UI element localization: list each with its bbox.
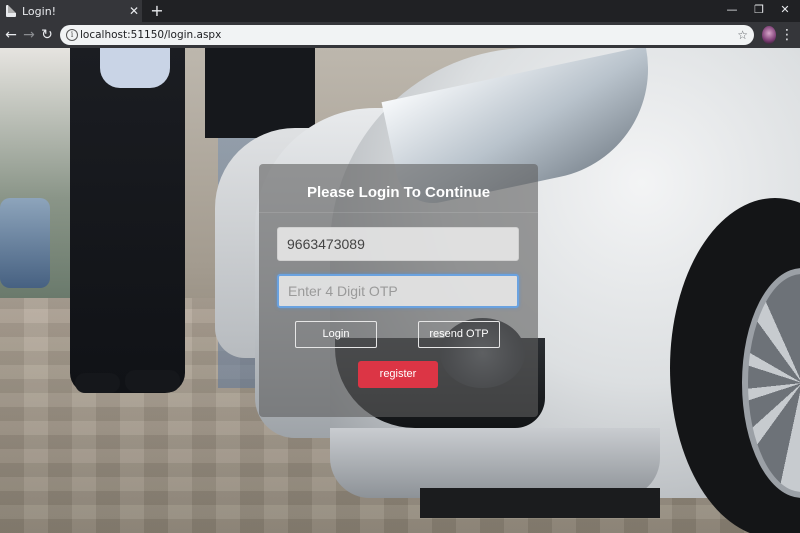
page-icon <box>6 5 16 17</box>
title-divider <box>259 212 538 213</box>
back-button[interactable]: ← <box>2 25 20 45</box>
minimize-window-button[interactable]: — <box>717 0 747 22</box>
close-window-button[interactable]: ✕ <box>770 0 800 22</box>
resend-otp-button[interactable]: resend OTP <box>418 321 500 348</box>
new-tab-button[interactable]: + <box>148 1 166 21</box>
bookmark-star-icon[interactable]: ☆ <box>737 25 748 45</box>
shoe <box>75 373 120 393</box>
site-info-icon[interactable]: i <box>66 29 78 41</box>
otp-input[interactable] <box>277 274 519 308</box>
login-title: Please Login To Continue <box>306 184 491 201</box>
shoe <box>125 370 180 392</box>
profile-avatar[interactable] <box>762 26 776 44</box>
background-blue-car <box>0 198 50 288</box>
reload-button[interactable]: ↻ <box>38 25 56 45</box>
browser-tab[interactable]: Login! ✕ <box>0 0 142 22</box>
forward-button[interactable]: → <box>20 25 38 45</box>
person-in-suit <box>70 48 185 393</box>
close-tab-icon[interactable]: ✕ <box>126 4 142 18</box>
login-button[interactable]: Login <box>295 321 377 348</box>
car-shadow <box>420 488 660 518</box>
browser-tab-bar: Login! ✕ + — ❐ ✕ <box>0 0 800 22</box>
phone-number-input[interactable] <box>277 227 519 261</box>
address-bar[interactable]: i localhost:51150/login.aspx ☆ <box>60 25 754 45</box>
browser-toolbar: ← → ↻ i localhost:51150/login.aspx ☆ <box>0 22 800 48</box>
register-button[interactable]: register <box>358 361 438 388</box>
tab-title: Login! <box>22 4 57 18</box>
person-shirt <box>100 48 170 88</box>
login-panel: Please Login To Continue Login resend OT… <box>259 164 538 417</box>
person-jacket <box>205 48 315 138</box>
address-url[interactable]: localhost:51150/login.aspx <box>80 25 221 45</box>
browser-menu-icon[interactable]: ⋮ <box>780 25 794 45</box>
